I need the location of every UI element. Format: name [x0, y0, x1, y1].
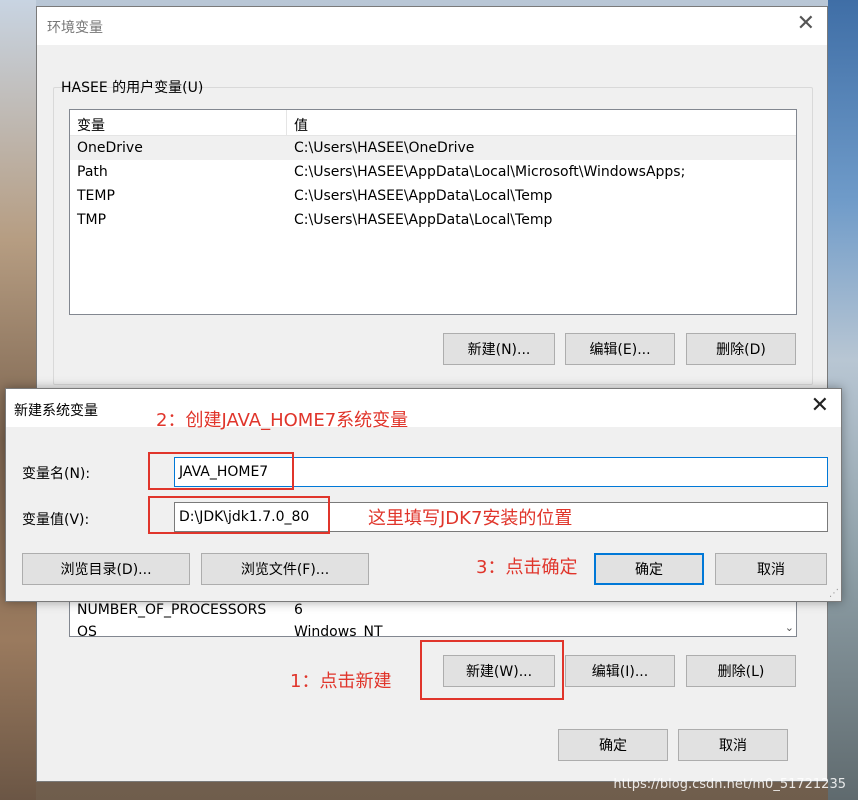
variable-value-label: 变量值(V): — [22, 512, 90, 528]
var-name: Path — [77, 164, 108, 180]
annotation-step-3: 3：点击确定 — [476, 557, 578, 578]
close-icon[interactable]: ✕ — [797, 13, 815, 35]
annotation-path-note: 这里填写JDK7安装的位置 — [368, 508, 573, 529]
window-titlebar: 环境变量 ✕ — [37, 7, 827, 45]
user-variables-label: HASEE 的用户变量(U) — [61, 80, 204, 96]
var-value: Windows_NT — [294, 624, 383, 637]
variable-name-label: 变量名(N): — [22, 466, 91, 482]
dialog-cancel-button[interactable]: 取消 — [715, 553, 827, 585]
table-row[interactable]: TMP C:\Users\HASEE\AppData\Local\Temp — [70, 208, 796, 232]
column-header-variable[interactable]: 变量 — [70, 110, 287, 135]
highlight-variable-name — [148, 452, 294, 490]
table-row[interactable]: OneDrive C:\Users\HASEE\OneDrive — [70, 136, 796, 160]
system-variables-list[interactable]: NUMBER_OF_PROCESSORS 6 OS Windows_NT ⌄ — [69, 597, 797, 637]
user-variables-list[interactable]: 变量 值 OneDrive C:\Users\HASEE\OneDrive Pa… — [69, 109, 797, 315]
var-name: NUMBER_OF_PROCESSORS — [77, 602, 267, 618]
system-edit-button[interactable]: 编辑(I)... — [565, 655, 675, 687]
resize-grip-icon[interactable]: ⋰ — [829, 588, 839, 599]
new-system-variable-dialog: 新建系统变量 ✕ 变量名(N): JAVA_HOME7 变量值(V): D:\J… — [5, 388, 842, 602]
var-value: C:\Users\HASEE\AppData\Local\Microsoft\W… — [294, 164, 686, 180]
list-header: 变量 值 — [70, 110, 796, 136]
browse-file-button[interactable]: 浏览文件(F)... — [201, 553, 369, 585]
highlight-new-button — [420, 640, 564, 700]
var-name: TEMP — [77, 188, 115, 204]
browse-directory-button[interactable]: 浏览目录(D)... — [22, 553, 190, 585]
column-header-value[interactable]: 值 — [287, 110, 315, 135]
var-name: OneDrive — [77, 140, 143, 156]
close-icon[interactable]: ✕ — [811, 395, 829, 417]
table-row[interactable]: OS Windows_NT — [70, 620, 796, 637]
table-row[interactable]: TEMP C:\Users\HASEE\AppData\Local\Temp — [70, 184, 796, 208]
highlight-variable-value — [148, 496, 330, 534]
user-edit-button[interactable]: 编辑(E)... — [565, 333, 675, 365]
var-name: TMP — [77, 212, 107, 228]
window-title: 环境变量 — [47, 20, 103, 36]
user-delete-button[interactable]: 删除(D) — [686, 333, 796, 365]
var-value: C:\Users\HASEE\AppData\Local\Temp — [294, 212, 553, 228]
annotation-step-1: 1：点击新建 — [290, 671, 392, 692]
dialog-titlebar: 新建系统变量 ✕ — [6, 389, 841, 427]
var-value: 6 — [294, 602, 303, 618]
system-delete-button[interactable]: 删除(L) — [686, 655, 796, 687]
ok-button[interactable]: 确定 — [558, 729, 668, 761]
dialog-ok-button[interactable]: 确定 — [594, 553, 704, 585]
chevron-down-icon[interactable]: ⌄ — [785, 621, 794, 634]
var-value: C:\Users\HASEE\OneDrive — [294, 140, 475, 156]
dialog-title: 新建系统变量 — [14, 403, 98, 419]
annotation-step-2: 2：创建JAVA_HOME7系统变量 — [156, 410, 409, 431]
var-value: C:\Users\HASEE\AppData\Local\Temp — [294, 188, 553, 204]
var-name: OS — [77, 624, 97, 637]
watermark: https://blog.csdn.net/m0_51721235 — [613, 777, 846, 792]
cancel-button[interactable]: 取消 — [678, 729, 788, 761]
table-row[interactable]: Path C:\Users\HASEE\AppData\Local\Micros… — [70, 160, 796, 184]
user-new-button[interactable]: 新建(N)... — [443, 333, 555, 365]
